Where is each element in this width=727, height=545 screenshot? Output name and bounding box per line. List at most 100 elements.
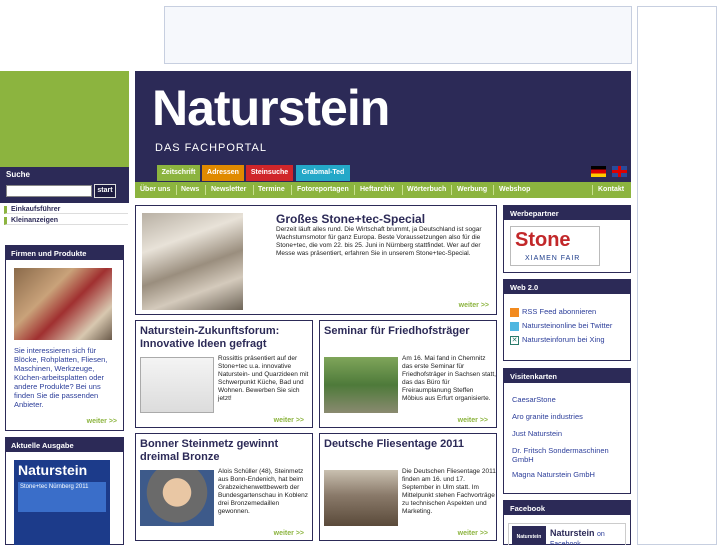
article-text: Alois Schüller (48), Steinmetz aus Bonn-… <box>218 468 308 515</box>
nav-separator <box>493 185 494 195</box>
twitter-icon <box>510 321 519 331</box>
nav-ueber-uns[interactable]: Über uns <box>140 182 170 198</box>
firmen-title: Firmen und Produkte <box>6 246 123 260</box>
german-flag-icon[interactable] <box>591 166 606 177</box>
nav-werbung[interactable]: Werbung <box>457 182 487 198</box>
facebook-widget[interactable]: Naturstein Naturstein on Facebook <box>508 523 626 545</box>
stone-xiamen-logo[interactable]: Stone XIAMEN FAIR <box>510 226 600 266</box>
firmen-image[interactable] <box>14 268 112 340</box>
link-einkaufsfuehrer[interactable]: Einkaufsführer <box>4 206 128 214</box>
article-more-link[interactable]: weiter >> <box>274 530 304 537</box>
feature-image[interactable] <box>142 213 243 310</box>
article-title[interactable]: Naturstein-Zukunftsforum: Innovative Ide… <box>140 325 312 351</box>
tab-zeitschrift[interactable]: Zeitschrift <box>157 165 200 181</box>
firmen-text[interactable]: Sie interessieren sich für Blöcke, Rohpl… <box>14 346 120 409</box>
top-ad-banner[interactable] <box>164 6 632 64</box>
tab-steinsuche[interactable]: Steinsuche <box>246 165 293 181</box>
visitenkarten-title: Visitenkarten <box>504 369 630 383</box>
nav-kontakt[interactable]: Kontakt <box>598 182 624 198</box>
ausgabe-title: Aktuelle Ausgabe <box>6 438 123 452</box>
web20-title: Web 2.0 <box>504 280 630 294</box>
nav-heftarchiv[interactable]: Heftarchiv <box>360 182 394 198</box>
article-image[interactable] <box>324 470 398 526</box>
search-title: Suche <box>6 170 31 179</box>
nav-news[interactable]: News <box>181 182 199 198</box>
article-title[interactable]: Bonner Steinmetz gewinnt dreimal Bronze <box>140 438 312 464</box>
nav-separator <box>451 185 452 195</box>
nav-separator <box>176 185 177 195</box>
article-more-link[interactable]: weiter >> <box>274 417 304 424</box>
rss-icon <box>510 307 519 317</box>
nav-termine[interactable]: Termine <box>258 182 285 198</box>
web20-label: Natursteinforum bei Xing <box>522 335 605 344</box>
ausgabe-box: Aktuelle Ausgabe Naturstein Stone+tec Nü… <box>5 437 124 545</box>
link-kleinanzeigen[interactable]: Kleinanzeigen <box>4 217 128 225</box>
article-image[interactable] <box>324 357 398 413</box>
article-more-link[interactable]: weiter >> <box>458 530 488 537</box>
visit-link[interactable]: Dr. Fritsch Sondermaschinen GmbH <box>512 446 626 464</box>
nav-separator <box>291 185 292 195</box>
cover-subtitle: Stone+tec Nürnberg 2011 <box>18 482 106 512</box>
feature-article: Großes Stone+tec-Special Derzeit läuft a… <box>135 205 497 315</box>
article-card: Bonner Steinmetz gewinnt dreimal Bronze … <box>135 433 313 541</box>
article-card: Seminar für Friedhofsträger Am 16. Mai f… <box>319 320 497 428</box>
nav-separator <box>205 185 206 195</box>
feature-more-link[interactable]: weiter >> <box>459 302 489 309</box>
skyscraper-ad[interactable] <box>637 6 717 545</box>
facebook-box: Facebook Naturstein Naturstein on Facebo… <box>503 500 631 545</box>
feature-text: Derzeit läuft alles rund. Die Wirtschaft… <box>276 226 482 257</box>
search-input[interactable] <box>6 185 92 197</box>
article-card: Naturstein-Zukunftsforum: Innovative Ide… <box>135 320 313 428</box>
facebook-logo: Naturstein <box>512 526 546 545</box>
facebook-page-name: Naturstein on Facebook <box>550 528 625 545</box>
nav-webshop[interactable]: Webshop <box>499 182 530 198</box>
stone-logo-text: Stone <box>515 229 571 251</box>
magazine-cover[interactable]: Naturstein Stone+tec Nürnberg 2011 <box>14 460 110 545</box>
visit-link[interactable]: CaesarStone <box>512 395 626 404</box>
article-image[interactable] <box>140 357 214 413</box>
article-text: Die Deutschen Fliesentage 2011 finden am… <box>402 468 496 515</box>
web20-box: Web 2.0 RSS Feed abonnieren Natursteinon… <box>503 279 631 361</box>
article-image[interactable] <box>140 470 214 526</box>
left-decor <box>0 71 129 167</box>
feature-title[interactable]: Großes Stone+tec-Special <box>276 212 425 226</box>
nav-fotoreportagen[interactable]: Fotoreportagen <box>297 182 349 198</box>
web20-label: Natursteinonline bei Twitter <box>522 321 613 330</box>
nav-newsletter[interactable]: Newsletter <box>211 182 246 198</box>
facebook-title: Facebook <box>504 501 630 515</box>
visitenkarten-box: Visitenkarten CaesarStone Aro granite in… <box>503 368 631 494</box>
article-title[interactable]: Seminar für Friedhofsträger <box>324 325 496 338</box>
article-card: Deutsche Fliesentage 2011 Die Deutschen … <box>319 433 497 541</box>
article-text: Am 16. Mai fand in Chemnitz das erste Se… <box>402 355 496 402</box>
visit-link[interactable]: Magna Naturstein GmbH <box>512 470 626 479</box>
tab-grabmal-ted[interactable]: Grabmal-Ted <box>296 165 350 181</box>
nav-separator <box>592 185 593 195</box>
quick-links: Einkaufsführer Kleinanzeigen <box>4 206 128 228</box>
nav-woerterbuch[interactable]: Wörterbuch <box>407 182 446 198</box>
site-subtitle: DAS FACHPORTAL <box>155 142 268 154</box>
article-text: Rossittis präsentiert auf der Stone+tec … <box>218 355 309 402</box>
visit-link[interactable]: Just Naturstein <box>512 429 626 438</box>
nav-separator <box>402 185 403 195</box>
search-box: Suche start <box>0 167 129 203</box>
werbepartner-box: Werbepartner Stone XIAMEN FAIR <box>503 205 631 273</box>
firmen-more-link[interactable]: weiter >> <box>87 418 117 425</box>
tab-adressen[interactable]: Adressen <box>202 165 244 181</box>
article-more-link[interactable]: weiter >> <box>458 417 488 424</box>
web20-link-twitter[interactable]: Natursteinonline bei Twitter <box>510 321 612 331</box>
stone-logo-sub: XIAMEN FAIR <box>525 255 581 262</box>
firmen-box: Firmen und Produkte Sie interessieren si… <box>5 245 124 431</box>
visit-link[interactable]: Aro granite industries <box>512 412 626 421</box>
cover-title: Naturstein <box>18 462 88 478</box>
search-start-button[interactable]: start <box>94 184 116 198</box>
web20-link-xing[interactable]: ✕ Natursteinforum bei Xing <box>510 335 605 345</box>
xing-icon: ✕ <box>510 335 519 345</box>
nav-separator <box>354 185 355 195</box>
english-flag-icon[interactable] <box>612 166 627 177</box>
article-title[interactable]: Deutsche Fliesentage 2011 <box>324 438 496 451</box>
web20-link-rss[interactable]: RSS Feed abonnieren <box>510 307 596 317</box>
nav-separator <box>253 185 254 195</box>
facebook-name[interactable]: Naturstein <box>550 528 595 538</box>
main-navbar: Über uns News Newsletter Termine Fotorep… <box>135 182 631 198</box>
site-logo[interactable]: Naturstein <box>152 79 390 137</box>
